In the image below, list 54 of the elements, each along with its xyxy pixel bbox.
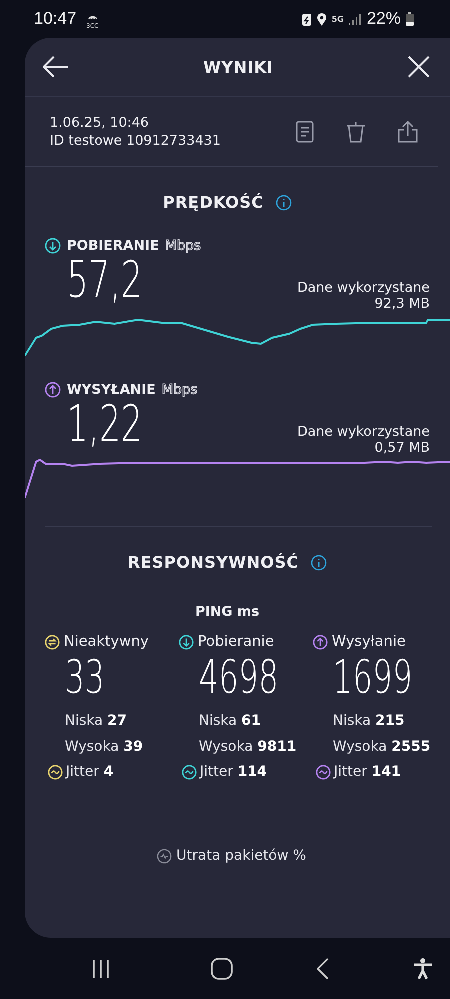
jitter-value: Jitter 114 — [200, 764, 268, 780]
battery-percent: 22% — [366, 9, 401, 29]
ping-value: 4698 — [199, 654, 279, 700]
trash-icon[interactable] — [346, 121, 366, 143]
recent-apps-icon[interactable] — [91, 958, 111, 978]
accessibility-icon[interactable] — [413, 958, 433, 980]
battery-icon — [406, 12, 414, 26]
ping-value: 33 — [65, 654, 105, 700]
location-icon — [316, 12, 327, 26]
network-type: 5G — [332, 14, 344, 24]
data-used-value: 92,3 MB — [374, 296, 430, 312]
high-ping: Wysoka 2555 — [333, 738, 432, 757]
low-ping: Niska 61 — [199, 712, 262, 731]
low-ping: Niska 27 — [65, 712, 128, 731]
document-icon[interactable] — [296, 121, 314, 143]
info-icon[interactable] — [276, 194, 292, 210]
battery-saver-icon — [302, 12, 312, 26]
share-icon[interactable] — [398, 121, 418, 143]
jitter-icon — [316, 764, 331, 780]
section-title: RESPONSYWNOŚĆ — [128, 553, 299, 572]
ping-type-label: Pobieranie — [198, 634, 274, 650]
high-ping: Wysoka 39 — [65, 738, 144, 757]
back-icon[interactable] — [317, 958, 329, 980]
test-date: 1.06.25, 10:46 — [50, 115, 150, 131]
metric-label: POBIERANIE — [67, 238, 160, 254]
ping-type-label: Nieaktywny — [64, 634, 149, 650]
ping-label: PING ms — [194, 604, 261, 620]
metric-unit: Mbps — [162, 382, 198, 398]
jitter-icon — [48, 764, 63, 780]
metric-label: WYSYŁANIE — [67, 382, 156, 398]
metric-unit: Mbps — [165, 238, 202, 254]
section-title: PRĘDKOŚĆ — [163, 193, 264, 212]
speed-value: 1,22 — [67, 398, 143, 450]
data-used-label: Dane wykorzystane — [297, 280, 430, 296]
ping-value: 1699 — [333, 654, 413, 700]
packet-loss-icon — [156, 848, 172, 864]
low-ping: Niska 215 — [333, 712, 406, 731]
jitter-value: Jitter 141 — [334, 764, 402, 780]
status-time: 10:47 — [34, 9, 77, 29]
screen-title: WYNIKI — [204, 58, 274, 76]
jitter-value: Jitter 4 — [66, 764, 114, 780]
data-used-value: 0,57 MB — [374, 440, 430, 456]
info-icon[interactable] — [311, 554, 327, 570]
back-arrow-icon[interactable] — [43, 56, 69, 78]
home-icon[interactable] — [211, 958, 233, 980]
ping-type-label: Wysyłanie — [332, 634, 406, 650]
packet-loss-label: Utrata pakietów % — [176, 848, 306, 864]
data-used-label: Dane wykorzystane — [297, 424, 430, 440]
test-id: ID testowe 10912733431 — [50, 133, 222, 149]
close-icon[interactable] — [408, 56, 430, 78]
high-ping: Wysoka 9811 — [199, 738, 298, 757]
signal-icon — [348, 14, 362, 24]
speed-value: 57,2 — [67, 254, 143, 306]
jitter-icon — [182, 764, 197, 780]
